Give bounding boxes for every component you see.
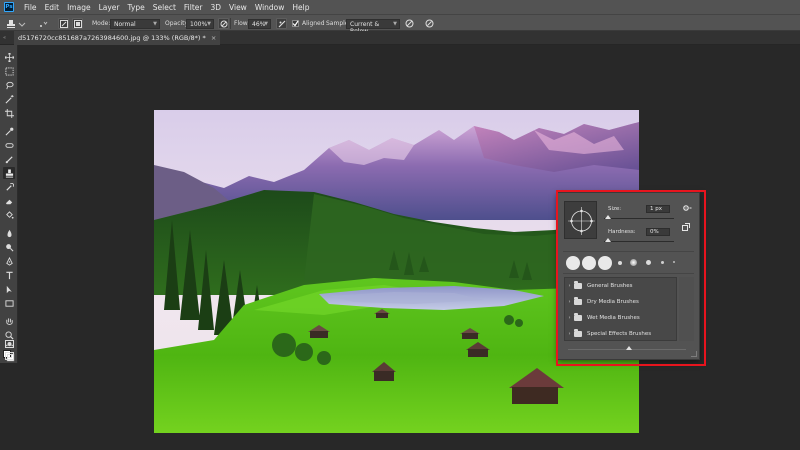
pressure-size-icon [425,19,434,28]
menu-bar: Ps File Edit Image Layer Type Select Fil… [0,0,800,14]
chevron-down-icon: ▼ [393,21,397,27]
menu-view[interactable]: View [225,3,251,12]
opacity-field[interactable]: 100% ▼ [186,19,214,29]
path-selection-tool-icon[interactable] [3,283,15,295]
brush-panel-icon [59,19,68,28]
pressure-size-button[interactable] [424,18,435,29]
mode-value: Normal [114,21,136,28]
blur-tool-icon[interactable] [3,227,15,239]
ignore-adjustment-layers-button[interactable] [404,18,415,29]
opacity-pressure-button[interactable] [218,18,229,29]
collapse-toolbar-icon[interactable]: « [3,35,6,41]
type-tool-icon[interactable] [3,269,15,281]
menu-edit[interactable]: Edit [41,3,64,12]
brush-tool-icon[interactable] [3,153,15,165]
menu-window[interactable]: Window [251,3,289,12]
chevron-down-icon: ▼ [153,21,157,27]
close-icon[interactable]: × [211,34,216,42]
move-tool-icon[interactable] [3,51,15,63]
clone-source-panel-button[interactable] [72,18,83,29]
options-bar: Mode: Normal ▼ Opacity: 100% ▼ Flow: 46%… [0,14,800,35]
menu-select[interactable]: Select [149,3,180,12]
aligned-checkbox[interactable] [292,20,299,27]
brush-settings-panel-button[interactable] [58,18,69,29]
chevron-down-icon: ▼ [207,21,211,27]
document-tab-bar: « d5176720cc851687a7263984600.jpg @ 133%… [0,31,800,45]
dodge-tool-icon[interactable] [3,241,15,253]
clone-stamp-icon [7,19,26,28]
opacity-value: 100% [190,21,208,28]
hand-tool-icon[interactable] [3,315,15,327]
paint-bucket-tool-icon[interactable] [3,209,15,221]
photoshop-logo[interactable]: Ps [4,2,14,12]
menu-type[interactable]: Type [124,3,149,12]
aligned-label: Aligned [302,20,325,27]
quick-mask-icon[interactable] [3,339,15,349]
airbrush-button[interactable] [276,18,287,29]
brush-size-dot[interactable] [38,19,48,31]
brush-preview-icon [40,21,48,27]
chevron-down-icon: ▼ [264,21,268,27]
history-brush-tool-icon[interactable] [3,181,15,193]
magic-wand-tool-icon[interactable] [3,93,15,105]
document-tab[interactable]: d5176720cc851687a7263984600.jpg @ 133% (… [14,31,221,45]
separator [230,18,231,29]
highlight-box [556,190,706,366]
menu-layer[interactable]: Layer [95,3,124,12]
lasso-tool-icon[interactable] [3,79,15,91]
clone-stamp-tool-icon[interactable] [3,167,15,179]
marquee-tool-icon[interactable] [3,65,15,77]
document-tab-title: d5176720cc851687a7263984600.jpg @ 133% (… [18,34,206,42]
tools-panel [0,45,18,363]
pressure-icon [220,20,227,27]
eraser-tool-icon[interactable] [3,195,15,207]
mode-select[interactable]: Normal ▼ [110,19,160,29]
eyedropper-tool-icon[interactable] [3,125,15,137]
airbrush-icon [278,20,285,27]
screen-mode-icon[interactable] [3,351,15,361]
pen-tool-icon[interactable] [3,255,15,267]
rectangle-tool-icon[interactable] [3,297,15,309]
checkmark-icon [292,20,299,27]
menu-filter[interactable]: Filter [180,3,207,12]
ignore-adjustment-icon [405,19,414,28]
menu-image[interactable]: Image [63,3,95,12]
tool-preset-picker[interactable] [5,18,31,29]
crop-tool-icon[interactable] [3,107,15,119]
flow-field[interactable]: 46% ▼ [248,19,271,29]
healing-brush-tool-icon[interactable] [3,139,15,151]
sample-select[interactable]: Current & Below ▼ [346,19,400,35]
menu-help[interactable]: Help [288,3,313,12]
menu-3d[interactable]: 3D [206,3,225,12]
clone-source-icon [73,19,82,28]
mode-label: Mode: [92,20,111,27]
menu-file[interactable]: File [20,3,41,12]
